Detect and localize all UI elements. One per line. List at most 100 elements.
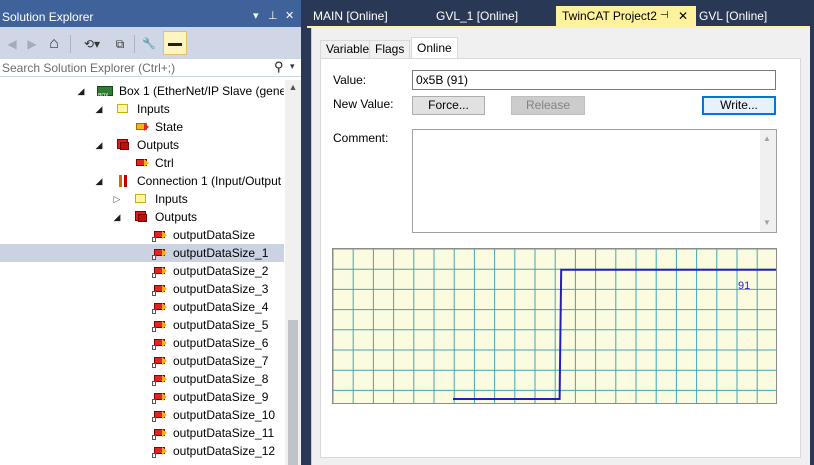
document-tab-strip: MAIN [Online] GVL_1 [Online] TwinCAT Pro… (307, 6, 814, 28)
output-variable-icon (152, 390, 168, 404)
output-variable-icon (152, 300, 168, 314)
expanded-arrow-icon[interactable]: ◢ (76, 85, 86, 97)
tree-item-output-data-size-6[interactable]: outputDataSize_6 (0, 334, 284, 352)
input-folder-icon (133, 192, 149, 206)
search-icon[interactable]: ⚲ (274, 59, 284, 75)
tab-twincat-project2[interactable]: TwinCAT Project2 ⊣ ✕ (556, 6, 696, 26)
tree-scrollbar[interactable]: ▲ (285, 80, 301, 465)
output-folder-icon (133, 210, 149, 224)
tree-item-output-data-size-4[interactable]: outputDataSize_4 (0, 298, 284, 316)
wrench-icon[interactable]: 🔧 (141, 36, 157, 52)
tab-label: GVL_1 [Online] (436, 9, 519, 23)
tree-item-ctrl[interactable]: Ctrl (0, 154, 284, 172)
comment-scrollbar[interactable]: ▲ ▼ (760, 130, 776, 232)
output-variable-icon (152, 426, 168, 440)
release-button[interactable]: Release (511, 96, 585, 115)
input-variable-icon (134, 120, 150, 134)
copy-icon[interactable]: ⧉ (112, 36, 128, 52)
output-variable-icon (152, 354, 168, 368)
tree-item-inputs[interactable]: ◢ Inputs (0, 100, 284, 118)
scroll-up-icon[interactable]: ▲ (285, 82, 301, 92)
force-button[interactable]: Force... (412, 96, 485, 115)
tree-item-connection-1[interactable]: ◢ Connection 1 (Input/Output (0, 172, 284, 190)
expanded-arrow-icon[interactable]: ◢ (112, 211, 122, 223)
solution-explorer-toolbar: ◀ ▶ ⌂ ⟲▾ ⧉ 🔧 (0, 27, 301, 59)
tree-item-output-data-size-8[interactable]: outputDataSize_8 (0, 370, 284, 388)
tree-item-output-data-size-2[interactable]: outputDataSize_2 (0, 262, 284, 280)
close-icon[interactable]: ✕ (285, 9, 294, 23)
forward-icon[interactable]: ▶ (25, 36, 39, 52)
toolbar-separator (134, 35, 135, 53)
tree-item-output-data-size-1[interactable]: outputDataSize_1 (0, 244, 284, 262)
tree-item-connection-inputs[interactable]: ▷ Inputs (0, 190, 284, 208)
tree-item-label: outputDataSize_5 (173, 318, 269, 332)
tab-main-online[interactable]: MAIN [Online] (307, 6, 429, 26)
tree-item-label: outputDataSize_10 (173, 408, 276, 422)
output-variable-icon (152, 372, 168, 386)
scroll-down-icon[interactable]: ▼ (763, 218, 771, 227)
comment-field[interactable]: ▲ ▼ (412, 129, 777, 233)
tree-item-output-data-size-3[interactable]: outputDataSize_3 (0, 280, 284, 298)
scroll-up-icon[interactable]: ▲ (763, 134, 771, 143)
tree-item-label: outputDataSize (173, 228, 256, 242)
tree-item-label: Outputs (155, 210, 198, 224)
tab-label: Flags (375, 42, 405, 56)
tree-item-outputs[interactable]: ◢ Outputs (0, 136, 284, 154)
tab-variable[interactable]: Variable (320, 40, 376, 58)
value-trend-chart (332, 248, 777, 404)
write-button[interactable]: Write... (702, 96, 776, 115)
tab-label: TwinCAT Project2 (562, 9, 657, 23)
tree-item-state[interactable]: State (0, 118, 284, 136)
tree-item-output-data-size-9[interactable]: outputDataSize_9 (0, 388, 284, 406)
tree-item-label: outputDataSize_8 (173, 372, 269, 386)
window-position-dropdown-icon[interactable]: ▾ (253, 9, 259, 23)
output-variable-icon (152, 282, 168, 296)
tab-close-icon[interactable]: ✕ (678, 6, 688, 26)
scrollbar-thumb[interactable] (288, 320, 298, 465)
solution-explorer-panel: Solution Explorer ▾ ⊥ ✕ ◀ ▶ ⌂ ⟲▾ ⧉ 🔧 ⚲ ▾… (0, 0, 301, 465)
tab-pin-icon[interactable]: ⊣ (660, 6, 669, 26)
output-variable-icon (152, 264, 168, 278)
tree-item-box-1[interactable]: ◢ BOX Box 1 (EtherNet/IP Slave (gener (0, 82, 284, 100)
tree-item-output-data-size-10[interactable]: outputDataSize_10 (0, 406, 284, 424)
toolbar-separator (70, 35, 71, 53)
search-input[interactable] (2, 60, 267, 76)
tree-item-label: outputDataSize_3 (173, 282, 269, 296)
tab-label: Online (417, 41, 452, 55)
output-variable-icon (152, 444, 168, 458)
history-icon[interactable]: ⟲▾ (78, 36, 106, 52)
auto-hide-pin-icon[interactable]: ⊥ (268, 9, 278, 23)
expanded-arrow-icon[interactable]: ◢ (94, 175, 104, 187)
tree-item-label: State (155, 120, 184, 134)
tab-label: MAIN [Online] (313, 9, 388, 23)
tree-item-output-data-size-12[interactable]: outputDataSize_12 (0, 442, 284, 460)
collapse-all-icon[interactable] (163, 31, 187, 55)
expanded-arrow-icon[interactable]: ◢ (94, 103, 104, 115)
tree-item-label: outputDataSize_7 (173, 354, 269, 368)
tree-item-label: outputDataSize_1 (173, 246, 269, 260)
tree-item-label: Connection 1 (Input/Output (137, 174, 282, 188)
tree-item-output-data-size[interactable]: outputDataSize (0, 226, 284, 244)
tree-item-label: Inputs (155, 192, 188, 206)
tree-item-output-data-size-5[interactable]: outputDataSize_5 (0, 316, 284, 334)
document-area: Variable Flags Online Value: 0x5B (91) N… (311, 28, 810, 465)
tree-item-label: Box 1 (EtherNet/IP Slave (gener (119, 84, 284, 98)
tree-item-connection-outputs[interactable]: ◢ Outputs (0, 208, 284, 226)
tab-online[interactable]: Online (411, 37, 458, 59)
back-icon[interactable]: ◀ (5, 36, 19, 52)
tab-gvl-online[interactable]: GVL [Online] (693, 6, 803, 26)
input-folder-icon (115, 102, 131, 116)
collapsed-arrow-icon[interactable]: ▷ (112, 193, 122, 205)
tree-item-label: outputDataSize_6 (173, 336, 269, 350)
output-variable-icon (152, 228, 168, 242)
tab-gvl-1-online[interactable]: GVL_1 [Online] (430, 6, 555, 26)
chevron-down-icon[interactable]: ▾ (290, 61, 295, 72)
tree-item-label: Inputs (137, 102, 170, 116)
tab-flags[interactable]: Flags (369, 40, 411, 58)
home-icon[interactable]: ⌂ (45, 36, 63, 52)
tab-label: GVL [Online] (699, 9, 768, 23)
tree-item-output-data-size-11[interactable]: outputDataSize_11 (0, 424, 284, 442)
expanded-arrow-icon[interactable]: ◢ (94, 139, 104, 151)
tree-item-output-data-size-7[interactable]: outputDataSize_7 (0, 352, 284, 370)
new-value-label: New Value: (333, 97, 394, 111)
